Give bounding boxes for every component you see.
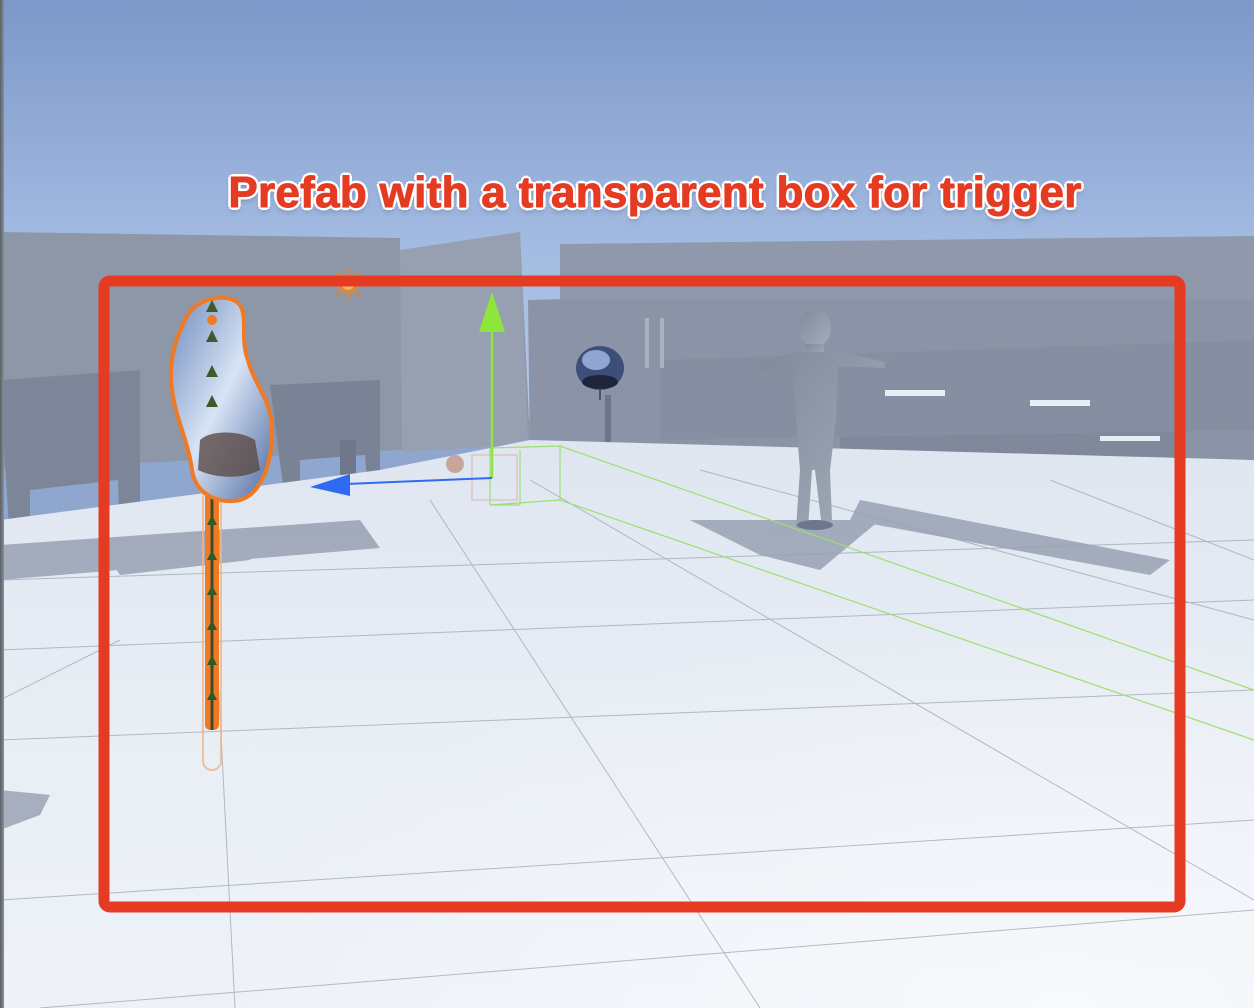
scene-canvas[interactable] [0,0,1254,1008]
window-left-edge [0,0,4,1008]
unity-scene-view[interactable]: Prefab with a transparent box for trigge… [0,0,1254,1008]
pivot-sphere [446,455,464,473]
